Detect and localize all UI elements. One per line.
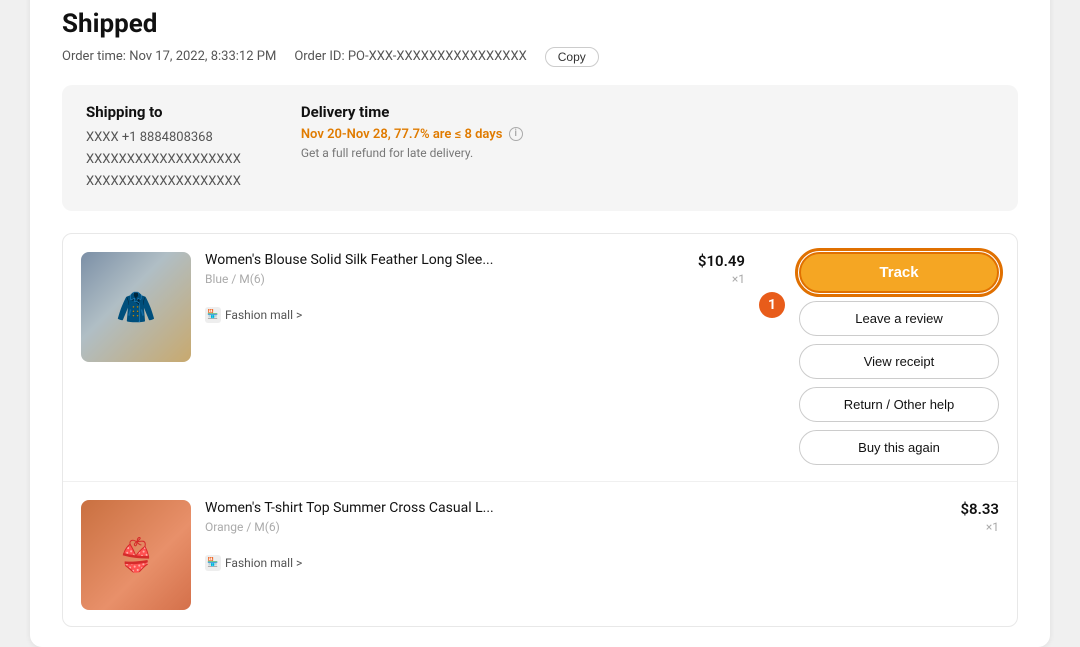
buy-again-button[interactable]: Buy this again <box>799 430 999 465</box>
order-card: Shipped Order time: Nov 17, 2022, 8:33:1… <box>30 0 1050 647</box>
product-info-1: Women's Blouse Solid Silk Feather Long S… <box>205 252 651 323</box>
return-help-button[interactable]: Return / Other help <box>799 387 999 422</box>
store-icon-1: 🏪 <box>205 307 221 323</box>
store-name-2: Fashion mall > <box>225 556 302 570</box>
view-receipt-button[interactable]: View receipt <box>799 344 999 379</box>
store-tag-1[interactable]: 🏪 Fashion mall > <box>205 307 302 323</box>
product-image-2: 👙 <box>81 500 191 610</box>
order-item-1: 🧥 Women's Blouse Solid Silk Feather Long… <box>63 234 1017 482</box>
product-variant-1: Blue / M(6) <box>205 272 651 286</box>
order-time-label: Order time: Nov 17, 2022, 8:33:12 PM <box>62 49 276 64</box>
qty-1: ×1 <box>665 272 745 286</box>
product-variant-2: Orange / M(6) <box>205 520 905 534</box>
shipping-address2: XXXXXXXXXXXXXXXXXXX <box>86 171 241 193</box>
delivery-date: Nov 20-Nov 28, 77.7% are ≤ 8 days i <box>301 127 523 142</box>
shipping-name: XXXX +1 8884808368 <box>86 127 241 149</box>
track-button[interactable]: Track <box>799 252 999 293</box>
delivery-note: Get a full refund for late delivery. <box>301 146 523 160</box>
price-2: $8.33 <box>919 500 999 518</box>
order-meta: Order time: Nov 17, 2022, 8:33:12 PM Ord… <box>62 47 1018 67</box>
store-tag-2[interactable]: 🏪 Fashion mall > <box>205 555 302 571</box>
page-title: Shipped <box>62 9 1018 39</box>
delivery-block: Delivery time Nov 20-Nov 28, 77.7% are ≤… <box>301 103 523 193</box>
store-name-1: Fashion mall > <box>225 308 302 322</box>
qty-2: ×1 <box>919 520 999 534</box>
shipping-label: Shipping to <box>86 103 241 121</box>
shipping-address1: XXXXXXXXXXXXXXXXXXX <box>86 149 241 171</box>
orders-section: 🧥 Women's Blouse Solid Silk Feather Long… <box>62 233 1018 627</box>
order-item-2: 👙 Women's T-shirt Top Summer Cross Casua… <box>63 482 1017 626</box>
order-badge: 1 <box>759 292 785 318</box>
info-row: Shipping to XXXX +1 8884808368 XXXXXXXXX… <box>62 85 1018 211</box>
actions-panel: Track Leave a review View receipt Return… <box>799 252 999 465</box>
delivery-label: Delivery time <box>301 103 523 121</box>
product-image-1: 🧥 <box>81 252 191 362</box>
store-icon-2: 🏪 <box>205 555 221 571</box>
order-id-label: Order ID: PO-XXX-XXXXXXXXXXXXXXXX <box>294 49 526 64</box>
product-name-2: Women's T-shirt Top Summer Cross Casual … <box>205 500 605 516</box>
price-qty-1: $10.49 ×1 <box>665 252 745 286</box>
leave-review-button[interactable]: Leave a review <box>799 301 999 336</box>
shipping-block: Shipping to XXXX +1 8884808368 XXXXXXXXX… <box>86 103 241 193</box>
product-info-2: Women's T-shirt Top Summer Cross Casual … <box>205 500 905 571</box>
copy-button[interactable]: Copy <box>545 47 599 67</box>
price-1: $10.49 <box>665 252 745 270</box>
info-icon: i <box>509 127 523 141</box>
product-image-icon-2: 👙 <box>116 536 156 574</box>
product-image-icon-1: 🧥 <box>116 288 156 326</box>
product-name-1: Women's Blouse Solid Silk Feather Long S… <box>205 252 605 268</box>
price-qty-2: $8.33 ×1 <box>919 500 999 534</box>
